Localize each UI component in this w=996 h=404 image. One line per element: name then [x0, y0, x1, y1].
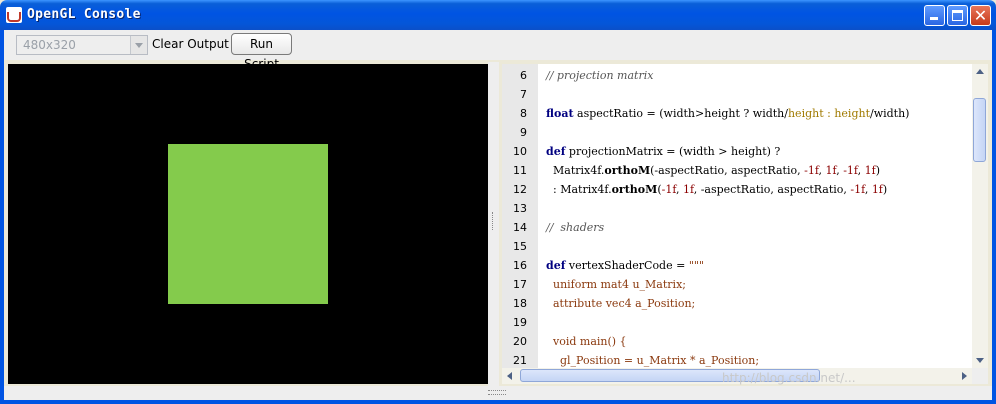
opengl-canvas[interactable]: [8, 64, 488, 384]
scroll-up-icon[interactable]: [972, 64, 988, 80]
split-pane-divider[interactable]: [488, 62, 499, 386]
code-line[interactable]: 8 float aspectRatio = (width>height ? wid…: [502, 104, 972, 123]
code-text[interactable]: : Matrix4f.orthoM(-1f, 1f, -aspectRatio,…: [546, 180, 887, 199]
window-frame-right: [992, 30, 996, 404]
scroll-right-icon[interactable]: [956, 368, 972, 384]
script-editor[interactable]: 6 // projection matrix 7 8 float aspectRatio…: [502, 64, 988, 384]
code-text[interactable]: // projection matrix: [546, 66, 653, 85]
output-splitter[interactable]: [4, 386, 992, 400]
scroll-left-icon[interactable]: [502, 368, 518, 384]
toolbar: 480x320 Clear Output Run Script: [4, 30, 992, 71]
code-text[interactable]: attribute vec4 a_Position;: [546, 294, 695, 313]
chevron-down-icon[interactable]: [130, 36, 147, 54]
window-frame-left: [0, 30, 4, 404]
line-number: 17: [513, 278, 527, 291]
code-text[interactable]: // shaders: [546, 218, 604, 237]
code-line[interactable]: 20 void main() {: [502, 332, 972, 351]
line-number: 7: [520, 88, 527, 101]
maximize-icon: [952, 10, 963, 21]
code-line[interactable]: 14 // shaders: [502, 218, 972, 237]
line-number: 11: [513, 164, 527, 177]
watermark-text: http://blog.csdn.net/...: [722, 371, 856, 385]
line-number: 10: [513, 145, 527, 158]
code-line[interactable]: 9: [502, 123, 972, 142]
code-line[interactable]: 7: [502, 85, 972, 104]
line-number: 6: [520, 69, 527, 82]
clear-output-button[interactable]: Clear Output: [152, 36, 229, 52]
vertical-scroll-thumb[interactable]: [973, 98, 986, 162]
code-line[interactable]: 15: [502, 237, 972, 256]
minimize-button[interactable]: [924, 5, 945, 26]
code-text[interactable]: void main() {: [546, 332, 627, 351]
code-text[interactable]: def vertexShaderCode = """: [546, 256, 704, 275]
resolution-select[interactable]: 480x320: [16, 35, 148, 55]
line-number: 9: [520, 126, 527, 139]
line-number: 13: [513, 202, 527, 215]
scroll-down-icon[interactable]: [972, 352, 988, 368]
line-number: 19: [513, 316, 527, 329]
code-line[interactable]: 18 attribute vec4 a_Position;: [502, 294, 972, 313]
line-number: 15: [513, 240, 527, 253]
code-line[interactable]: 19: [502, 313, 972, 332]
code-line[interactable]: 16 def vertexShaderCode = """: [502, 256, 972, 275]
line-number: 12: [513, 183, 527, 196]
line-number: 16: [513, 259, 527, 272]
minimize-icon: [930, 17, 938, 20]
rendered-square: [168, 144, 328, 304]
code-line[interactable]: 11 Matrix4f.orthoM(-aspectRatio, aspectR…: [502, 161, 972, 180]
scrollbar-corner: [972, 368, 988, 384]
code-text[interactable]: float aspectRatio = (width>height ? widt…: [546, 104, 909, 123]
code-text[interactable]: uniform mat4 u_Matrix;: [546, 275, 686, 294]
divider-grip-icon: [492, 212, 496, 230]
run-script-button[interactable]: Run Script: [231, 33, 292, 71]
code-line[interactable]: 6 // projection matrix: [502, 66, 972, 85]
maximize-button[interactable]: [947, 5, 968, 26]
close-button[interactable]: ✕: [970, 5, 991, 26]
code-text[interactable]: def projectionMatrix = (width > height) …: [546, 142, 780, 161]
window-frame-bottom: [0, 400, 996, 404]
splitter-grip-icon: [488, 390, 506, 395]
line-number: 14: [513, 221, 527, 234]
resolution-value: 480x320: [23, 38, 76, 52]
title-bar[interactable]: OpenGL Console ✕: [0, 0, 996, 30]
code-line[interactable]: 10 def projectionMatrix = (width > height…: [502, 142, 972, 161]
code-line[interactable]: 13: [502, 199, 972, 218]
vertical-scrollbar[interactable]: [972, 64, 988, 368]
code-line[interactable]: 17 uniform mat4 u_Matrix;: [502, 275, 972, 294]
line-number: 20: [513, 335, 527, 348]
line-number: 8: [520, 107, 527, 120]
code-text[interactable]: Matrix4f.orthoM(-aspectRatio, aspectRati…: [546, 161, 880, 180]
java-cup-icon: [6, 7, 22, 23]
close-icon: ✕: [973, 6, 988, 25]
code-line[interactable]: 12 : Matrix4f.orthoM(-1f, 1f, -aspectRat…: [502, 180, 972, 199]
line-number: 18: [513, 297, 527, 310]
window-title: OpenGL Console: [27, 7, 141, 22]
